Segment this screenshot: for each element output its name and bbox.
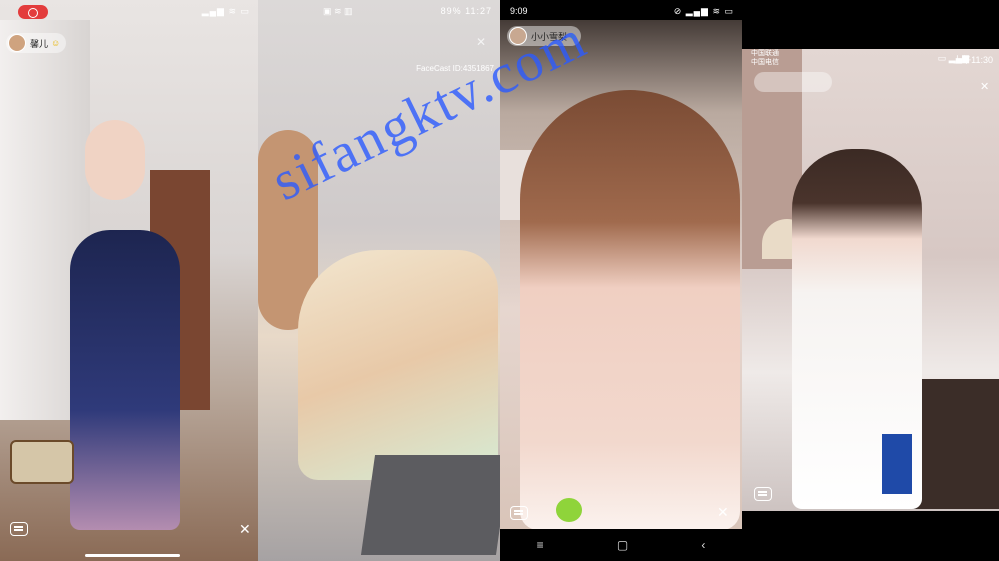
carrier-2: 中国电信 (751, 59, 779, 66)
nav-back-icon[interactable]: ‹ (701, 538, 705, 552)
host-name: 馨儿 (30, 38, 49, 49)
navigation-bar: ≡ ▢ ‹ (500, 529, 742, 561)
status-icons: ⊘ ▂▄▆ ≋ ▭ (673, 6, 734, 16)
smile-icon: ☺ (51, 38, 61, 48)
clock: 9:09 (510, 6, 528, 16)
clock: 11:27 (465, 6, 492, 16)
battery-level: 89% (440, 6, 462, 16)
carrier-1: 中国联通 (751, 50, 779, 57)
status-icons: ▂▄▆ ≋ ▭ (201, 6, 250, 16)
person-dress (70, 230, 180, 530)
close-icon[interactable]: ✕ (980, 80, 989, 94)
chat-icon[interactable] (754, 487, 772, 501)
close-icon[interactable]: ✕ (239, 522, 251, 536)
host-pill[interactable]: 馨儿 ☺ (6, 33, 67, 53)
status-bar: 中国联通 中国电信 ▭ ▂▄▆ 上午11:30 (742, 49, 999, 69)
nav-menu-icon[interactable]: ≡ (537, 538, 544, 552)
clock: 上午11:30 (953, 55, 993, 65)
status-bar: ▂▄▆ ≋ ▭ (0, 0, 258, 20)
status-right: 89% 11:27 (441, 6, 492, 16)
video-stage (742, 49, 999, 511)
person (520, 90, 740, 530)
close-icon[interactable]: ✕ (717, 505, 729, 519)
nav-home-icon[interactable]: ▢ (617, 538, 628, 552)
blue-object (882, 434, 912, 494)
stream-panel-4: 中国联通 中国电信 ▭ ▂▄▆ 上午11:30 ✕ (742, 0, 999, 561)
avatar (8, 34, 26, 52)
leaf-icon[interactable] (556, 498, 582, 522)
status-bar: 9:09 ⊘ ▂▄▆ ≋ ▭ (500, 0, 742, 20)
status-left-icons: ▣ ≋ ▥ (323, 6, 353, 16)
person-face (85, 120, 145, 200)
status-bar: ▣ ≋ ▥ 89% 11:27 (258, 0, 500, 20)
home-indicator[interactable] (85, 554, 180, 557)
host-pill-blurred[interactable] (754, 72, 832, 92)
stream-panel-1: ▂▄▆ ≋ ▭ 馨儿 ☺ ✕ (0, 0, 258, 561)
chat-icon[interactable] (510, 506, 528, 520)
handbag (10, 440, 74, 484)
blanket (298, 250, 498, 480)
laptop (360, 455, 500, 555)
chat-icon[interactable] (10, 522, 28, 536)
